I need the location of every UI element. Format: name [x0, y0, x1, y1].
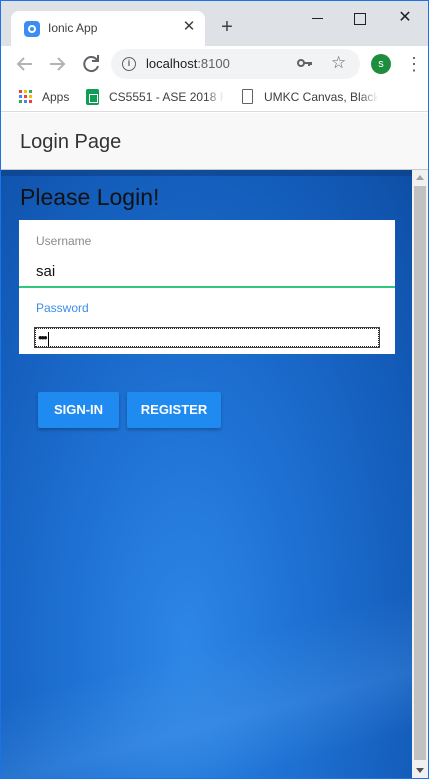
- profile-avatar[interactable]: s: [371, 54, 391, 74]
- login-heading: Please Login!: [20, 184, 160, 210]
- minimize-icon[interactable]: [307, 7, 329, 29]
- login-content: Please Login! Username Password ••• SIGN…: [1, 170, 412, 778]
- text-cursor: [47, 331, 49, 346]
- scroll-up-arrow-icon[interactable]: [416, 175, 424, 180]
- window-close-icon[interactable]: ✕: [394, 7, 416, 29]
- username-field[interactable]: [36, 261, 376, 281]
- tab-ionic-app[interactable]: Ionic App ✕: [11, 11, 205, 46]
- tab-title: Ionic App: [48, 21, 98, 35]
- tab-close-icon[interactable]: ✕: [181, 17, 197, 37]
- scroll-down-arrow-icon[interactable]: [416, 768, 424, 773]
- bookmark-umkc-canvas[interactable]: UMKC Canvas, Blackb: [241, 88, 378, 106]
- password-field[interactable]: •••: [34, 327, 380, 348]
- maximize-icon[interactable]: [349, 7, 371, 29]
- forward-icon[interactable]: [45, 52, 69, 76]
- key-icon[interactable]: [297, 55, 313, 74]
- reload-icon[interactable]: [79, 52, 103, 76]
- browser-window: Ionic App ✕ + ✕ i localhost:8100 ☆ s ⋮ A…: [0, 0, 429, 779]
- username-label: Username: [36, 234, 92, 248]
- bookmark-cs5551[interactable]: CS5551 - ASE 2018 Fa: [86, 88, 224, 106]
- app-header: Login Page: [1, 113, 428, 170]
- vertical-scrollbar[interactable]: [412, 170, 428, 778]
- new-tab-icon[interactable]: +: [217, 16, 237, 38]
- url-host: localhost: [146, 56, 198, 71]
- page-icon: [242, 89, 253, 104]
- google-sheets-icon: [86, 89, 99, 105]
- apps-grid-icon: [19, 90, 33, 104]
- page-title: Login Page: [20, 131, 122, 153]
- scrollbar-thumb[interactable]: [414, 186, 426, 760]
- login-form: Username Password •••: [19, 220, 395, 354]
- back-icon[interactable]: [13, 52, 37, 76]
- password-label: Password: [36, 301, 89, 315]
- more-menu-icon[interactable]: ⋮: [405, 52, 423, 76]
- register-button[interactable]: REGISTER: [127, 392, 221, 428]
- signin-button[interactable]: SIGN-IN: [38, 392, 119, 428]
- bookmarks-bar: Apps CS5551 - ASE 2018 Fa UMKC Canvas, B…: [1, 82, 428, 112]
- username-underline: [19, 286, 395, 288]
- url-text[interactable]: localhost:8100: [146, 56, 230, 71]
- ionic-favicon-icon: [24, 21, 40, 37]
- bookmark-star-icon[interactable]: ☆: [331, 53, 346, 73]
- info-icon[interactable]: i: [122, 57, 136, 71]
- address-bar[interactable]: i localhost:8100 ☆: [111, 49, 360, 79]
- bookmark-apps[interactable]: Apps: [19, 88, 74, 106]
- bookmark-label: Apps: [42, 90, 70, 104]
- url-port: :8100: [197, 56, 230, 71]
- browser-toolbar: i localhost:8100 ☆ s ⋮: [1, 46, 428, 82]
- password-mask: •••: [38, 330, 48, 345]
- tab-strip: Ionic App ✕ + ✕: [1, 1, 428, 46]
